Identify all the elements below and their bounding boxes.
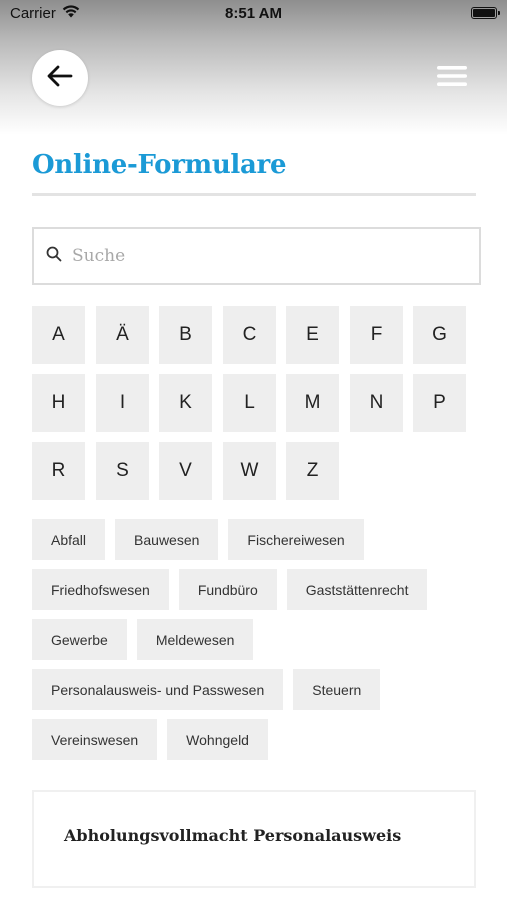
search-icon xyxy=(46,246,62,267)
page-title: Online-Formulare xyxy=(32,150,287,180)
hamburger-menu-icon xyxy=(436,64,468,93)
letter-button[interactable]: H xyxy=(32,374,85,432)
status-bar: Carrier 8:51 AM xyxy=(0,0,507,28)
result-title: Abholungsvollmacht Personalausweis xyxy=(64,826,402,845)
category-button[interactable]: Steuern xyxy=(293,669,381,710)
category-row: Personalausweis- und Passwesen Steuern xyxy=(32,669,482,710)
category-button[interactable]: Fischereiwesen xyxy=(228,519,364,560)
letter-button[interactable]: G xyxy=(413,306,466,364)
letter-button[interactable]: S xyxy=(96,442,149,500)
letter-button[interactable]: L xyxy=(223,374,276,432)
letter-button[interactable]: V xyxy=(159,442,212,500)
result-card[interactable]: Abholungsvollmacht Personalausweis xyxy=(32,790,476,888)
letter-button[interactable]: I xyxy=(96,374,149,432)
letter-button[interactable]: A xyxy=(32,306,85,364)
letter-button[interactable]: Z xyxy=(286,442,339,500)
menu-button[interactable] xyxy=(432,62,472,94)
battery-icon xyxy=(471,7,500,19)
letter-button[interactable]: B xyxy=(159,306,212,364)
category-button[interactable]: Gaststättenrecht xyxy=(286,569,428,610)
status-time: 8:51 AM xyxy=(225,5,282,22)
letter-button[interactable]: P xyxy=(413,374,466,432)
category-row: Vereinswesen Wohngeld xyxy=(32,719,482,760)
letter-button[interactable]: C xyxy=(223,306,276,364)
arrow-left-icon xyxy=(47,65,73,92)
category-row: Abfall Bauwesen Fischereiwesen xyxy=(32,519,482,560)
category-button[interactable]: Gewerbe xyxy=(32,619,127,660)
search-input[interactable] xyxy=(72,246,452,266)
category-button[interactable]: Friedhofswesen xyxy=(32,569,169,610)
category-row: Gewerbe Meldewesen xyxy=(32,619,482,660)
category-button[interactable]: Abfall xyxy=(32,519,106,560)
category-button[interactable]: Bauwesen xyxy=(115,519,219,560)
title-divider xyxy=(32,193,476,196)
letter-button[interactable]: M xyxy=(286,374,339,432)
letter-button[interactable]: Ä xyxy=(96,306,149,364)
letter-button[interactable]: E xyxy=(286,306,339,364)
category-button[interactable]: Meldewesen xyxy=(136,619,254,660)
letter-button[interactable]: K xyxy=(159,374,212,432)
category-button[interactable]: Wohngeld xyxy=(167,719,268,760)
category-row: Friedhofswesen Fundbüro Gaststättenrecht xyxy=(32,569,482,610)
letter-button[interactable]: F xyxy=(350,306,403,364)
letter-button[interactable]: W xyxy=(223,442,276,500)
letter-button[interactable]: R xyxy=(32,442,85,500)
category-button[interactable]: Vereinswesen xyxy=(32,719,158,760)
letter-button[interactable]: N xyxy=(350,374,403,432)
search-box[interactable] xyxy=(32,227,481,285)
category-button[interactable]: Fundbüro xyxy=(178,569,277,610)
category-button[interactable]: Personalausweis- und Passwesen xyxy=(32,669,284,710)
category-filter-list: Abfall Bauwesen Fischereiwesen Friedhofswes… xyxy=(32,519,482,769)
back-button[interactable] xyxy=(32,50,88,106)
